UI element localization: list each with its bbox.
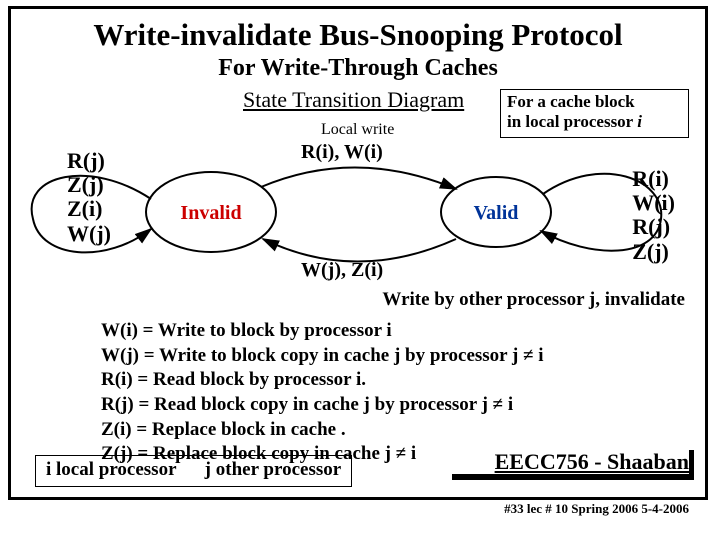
slide-subtitle: For Write-Through Caches [11, 55, 705, 82]
legend-Wj: W(j) = Write to block copy in cache j by… [101, 345, 544, 366]
footer-j: j other processor [205, 459, 342, 480]
ev-Zi: Z(i) [67, 196, 102, 221]
symbol-legend: W(i) = Write to block by processor i W(j… [101, 319, 544, 467]
ev-Zj2: Z(j) [632, 239, 669, 264]
ev-Rj2: R(j) [632, 214, 670, 239]
state-valid-label: Valid [474, 202, 519, 224]
arrow-invalid-to-valid [261, 167, 456, 189]
state-invalid-label: Invalid [180, 202, 241, 224]
ev-Wi: W(i) [632, 190, 675, 215]
slide-subheading: State Transition Diagram [243, 87, 464, 113]
invalid-self-events: R(j) Z(j) Z(i) W(j) [67, 149, 111, 246]
context-note-i: i [637, 112, 642, 131]
valid-self-events: R(i) W(i) R(j) Z(j) [632, 167, 675, 264]
ev-Rj: R(j) [67, 148, 105, 173]
ev-Ri: R(i) [632, 166, 669, 191]
context-note-line1: For a cache block [507, 92, 635, 111]
ev-Zj: Z(j) [67, 172, 104, 197]
lecture-info: #33 lec # 10 Spring 2006 5-4-2006 [504, 501, 689, 517]
state-diagram-svg: Invalid Valid [11, 139, 711, 309]
processor-legend-box: i local processor j other processor [35, 455, 352, 487]
legend-Ri: R(i) = Read block by processor i. [101, 369, 366, 390]
footer-i: i local processor [46, 459, 176, 480]
context-note-box: For a cache block in local processor i [500, 89, 689, 138]
course-id: EECC756 - Shaaban [495, 449, 689, 475]
local-write-label: Local write [321, 121, 394, 139]
legend-Zi: Z(i) = Replace block in cache . [101, 419, 346, 440]
invalidate-caption: Write by other processor j, invalidate [382, 289, 685, 311]
slide-title: Write-invalidate Bus-Snooping Protocol [11, 17, 705, 53]
bottom-arrow-label: W(j), Z(i) [301, 259, 383, 282]
legend-Rj: R(j) = Read block copy in cache j by pro… [101, 394, 513, 415]
top-arrow-label: R(i), W(i) [301, 141, 383, 164]
slide-frame: Write-invalidate Bus-Snooping Protocol F… [8, 6, 708, 500]
course-shadow-v [689, 450, 694, 480]
context-note-line2a: in local processor [507, 112, 637, 131]
ev-Wj: W(j) [67, 221, 111, 246]
legend-Wi: W(i) = Write to block by processor i [101, 320, 392, 341]
